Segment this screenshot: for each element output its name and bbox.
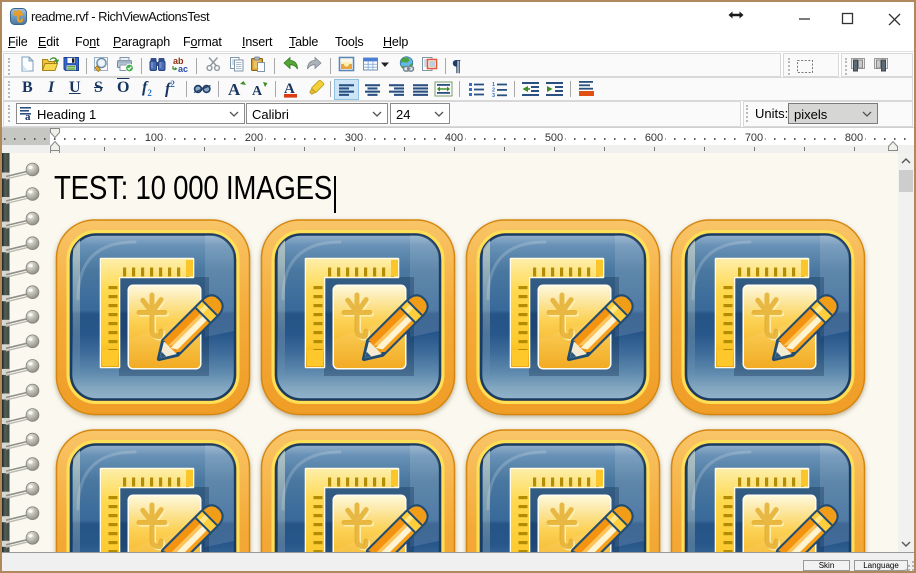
svg-text:a: a (25, 111, 31, 122)
svg-text:A: A (252, 84, 263, 98)
svg-text:ac: ac (178, 64, 188, 74)
svg-text:¶: ¶ (452, 56, 461, 74)
svg-text:A: A (228, 80, 241, 98)
svg-text:3: 3 (492, 93, 495, 97)
